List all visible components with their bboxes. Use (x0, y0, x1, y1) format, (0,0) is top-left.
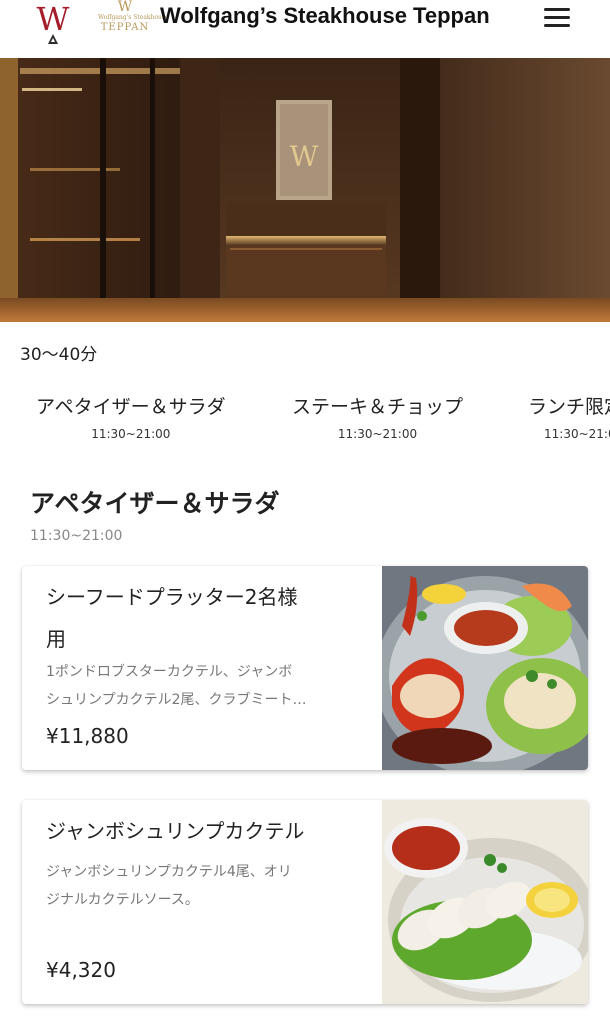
tab-appetizer-salad[interactable]: アペタイザー＆サラダ 11:30~21:00 (36, 392, 226, 441)
svg-text:W: W (37, 2, 70, 38)
menu-item-description-cont: ジナルカクテルソース。 (46, 892, 199, 908)
section-title: アペタイザー＆サラダ (30, 489, 280, 518)
jumbo-shrimp-cocktail-photo (382, 800, 588, 1004)
tab-steak-chop[interactable]: ステーキ＆チョップ 11:30~21:00 (292, 392, 463, 441)
menu-item-name: シーフードプラッター2名様 (46, 585, 298, 609)
menu-item-card[interactable]: ジャンボシュリンプカクテル ジャンボシュリンプカクテル4尾、オリ ジナルカクテル… (22, 800, 588, 1004)
menu-item-description: 1ポンドロブスターカクテル、ジャンボ (46, 664, 293, 680)
hamburger-menu-icon[interactable] (540, 4, 574, 32)
menu-item-name-cont: 用 (46, 627, 66, 651)
wolfgang-logo[interactable]: W (30, 0, 76, 46)
svg-text:W: W (290, 140, 319, 173)
teppan-logo: W Wolfgang's Steakhouse TEPPAN (98, 0, 169, 33)
menu-item-description-cont: シュリンプカクテル2尾、クラブミート… (46, 692, 307, 708)
menu-item-name: ジャンボシュリンプカクテル (46, 819, 305, 843)
category-tabs: アペタイザー＆サラダ 11:30~21:00 ステーキ＆チョップ 11:30~2… (0, 392, 610, 452)
seafood-platter-photo (375, 566, 588, 770)
menu-item-price: ¥11,880 (46, 724, 129, 748)
app-header: W W Wolfgang's Steakhouse TEPPAN Wolfgan… (0, 0, 610, 58)
tab-lunch-limited[interactable]: ランチ限定 11:30~21:00 (528, 392, 610, 441)
menu-item-card[interactable]: シーフードプラッター2名様 用 1ポンドロブスターカクテル、ジャンボ シュリンプ… (22, 566, 588, 770)
restaurant-title: Wolfgang’s Steakhouse Teppan (160, 3, 490, 28)
wait-time-label: 30〜40分 (20, 345, 98, 365)
menu-item-price: ¥4,320 (46, 958, 116, 982)
section-hours: 11:30~21:00 (30, 528, 123, 544)
restaurant-interior-photo: W (0, 58, 610, 322)
menu-item-description: ジャンボシュリンプカクテル4尾、オリ (46, 864, 292, 880)
